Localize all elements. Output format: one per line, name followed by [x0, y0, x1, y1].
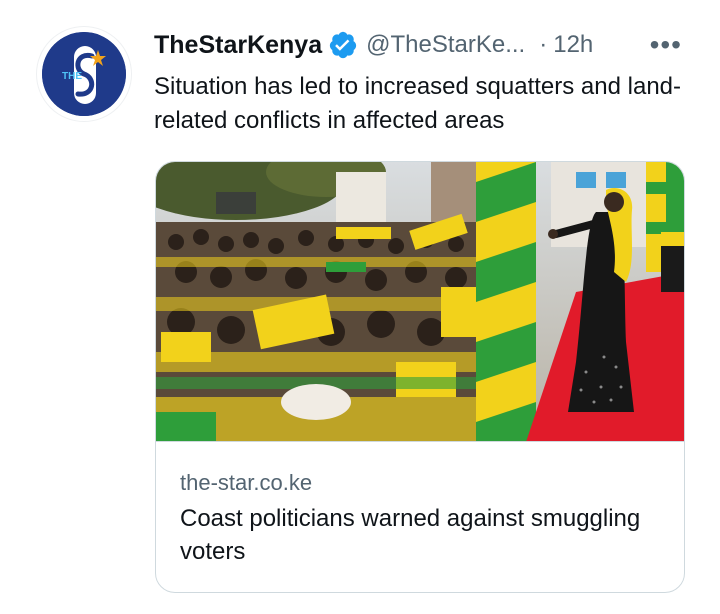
- card-image[interactable]: [156, 162, 684, 442]
- link-card[interactable]: the-star.co.ke Coast politicians warned …: [155, 161, 685, 593]
- tweet-header: TheStarKenya @TheStarKe... · 12h •••: [154, 28, 694, 62]
- verified-badge-icon: [328, 30, 358, 60]
- logo-s-icon: THE: [42, 32, 126, 116]
- svg-text:THE: THE: [62, 71, 82, 82]
- card-domain: the-star.co.ke: [180, 470, 313, 495]
- thestar-logo: THE: [42, 32, 126, 116]
- tweet-text: Situation has led to increased squatters…: [154, 73, 682, 134]
- more-options-icon[interactable]: •••: [650, 28, 682, 62]
- separator-dot: ·: [539, 31, 548, 58]
- author-handle[interactable]: @TheStarKe...: [366, 31, 525, 59]
- card-title[interactable]: Coast politicians warned against smuggli…: [180, 502, 660, 568]
- avatar[interactable]: THE: [36, 26, 132, 122]
- timestamp[interactable]: 12h: [553, 31, 593, 59]
- rally-photo: [156, 162, 684, 441]
- display-name[interactable]: TheStarKenya: [154, 31, 322, 60]
